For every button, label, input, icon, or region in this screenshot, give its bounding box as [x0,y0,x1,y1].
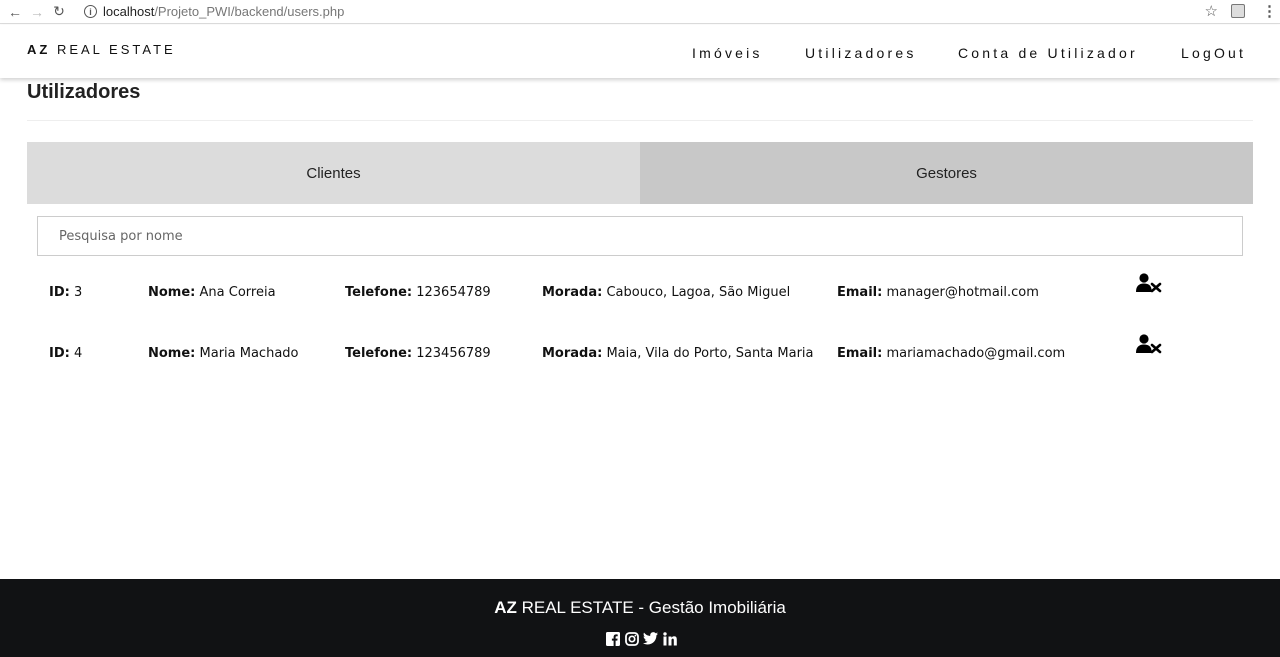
page-title: Utilizadores [27,81,141,103]
instagram-icon[interactable] [624,631,639,646]
user-telefone: Telefone: 123654789 [345,285,491,300]
user-row: ID: 3 Nome: Ana Correia Telefone: 123654… [0,273,1280,315]
user-morada: Morada: Maia, Vila do Porto, Santa Maria [542,346,814,361]
morada-value: Cabouco, Lagoa, São Miguel [606,285,791,300]
browser-toolbar: ← → ↻ i localhost/Projeto_PWI/backend/us… [0,0,1280,24]
morada-value: Maia, Vila do Porto, Santa Maria [606,346,814,361]
brand-bold: AZ [27,42,51,57]
nome-label: Nome: [148,346,196,361]
telefone-label: Telefone: [345,285,413,300]
telefone-value: 123456789 [416,346,491,361]
facebook-icon[interactable] [605,631,620,646]
url-path: /Projeto_PWI/backend/users.php [154,4,345,19]
user-id: ID: 4 [49,346,82,361]
user-email: Email: mariamachado@gmail.com [837,346,1065,361]
url-host: localhost [103,4,155,19]
morada-label: Morada: [542,285,603,300]
nav-imoveis[interactable]: Imóveis [692,45,763,61]
id-label: ID: [49,285,70,300]
tab-gestores[interactable]: Gestores [640,142,1253,204]
user-telefone: Telefone: 123456789 [345,346,491,361]
search-input[interactable] [37,216,1243,256]
back-arrow-icon[interactable]: ← [4,1,26,23]
nome-value: Ana Correia [199,285,276,300]
user-nome: Nome: Maria Machado [148,346,299,361]
telefone-label: Telefone: [345,346,413,361]
user-times-icon[interactable] [1136,273,1162,293]
email-value: mariamachado@gmail.com [886,346,1066,361]
site-footer: AZ REAL ESTATE - Gestão Imobiliária [0,579,1280,657]
email-label: Email: [837,285,883,300]
nav-conta-utilizador[interactable]: Conta de Utilizador [958,45,1138,61]
reload-icon[interactable]: ↻ [48,1,70,23]
user-times-icon[interactable] [1136,334,1162,354]
footer-tagline: AZ REAL ESTATE - Gestão Imobiliária [0,598,1280,618]
linkedin-icon[interactable] [662,631,677,646]
divider [27,120,1253,121]
user-id: ID: 3 [49,285,82,300]
morada-label: Morada: [542,346,603,361]
extension-icon[interactable] [1231,4,1245,18]
brand-text: REAL ESTATE [50,42,176,57]
twitter-icon[interactable] [643,631,658,646]
forward-arrow-icon[interactable]: → [26,1,48,23]
nav-logout[interactable]: LogOut [1181,45,1246,61]
email-label: Email: [837,346,883,361]
id-value: 3 [73,285,83,300]
user-row: ID: 4 Nome: Maria Machado Telefone: 1234… [0,334,1280,376]
browser-menu-icon[interactable]: ⋮ [1262,2,1277,20]
email-value: manager@hotmail.com [886,285,1039,300]
user-type-tabs: Clientes Gestores [27,142,1253,204]
id-label: ID: [49,346,70,361]
brand-logo[interactable]: AZ REAL ESTATE [27,42,176,57]
user-morada: Morada: Cabouco, Lagoa, São Miguel [542,285,790,300]
tab-clientes[interactable]: Clientes [27,142,640,204]
telefone-value: 123654789 [416,285,491,300]
address-bar[interactable]: i localhost/Projeto_PWI/backend/users.ph… [78,1,1224,22]
nome-label: Nome: [148,285,196,300]
user-email: Email: manager@hotmail.com [837,285,1039,300]
social-links [605,631,677,646]
user-nome: Nome: Ana Correia [148,285,276,300]
bookmark-star-icon[interactable]: ☆ [1205,2,1218,20]
info-icon[interactable]: i [84,5,97,18]
footer-brand-bold: AZ [494,598,517,617]
site-header: AZ REAL ESTATE Imóveis Utilizadores Cont… [0,25,1280,78]
nome-value: Maria Machado [199,346,299,361]
id-value: 4 [73,346,83,361]
footer-brand-text: REAL ESTATE - Gestão Imobiliária [516,598,786,617]
nav-utilizadores[interactable]: Utilizadores [805,45,917,61]
